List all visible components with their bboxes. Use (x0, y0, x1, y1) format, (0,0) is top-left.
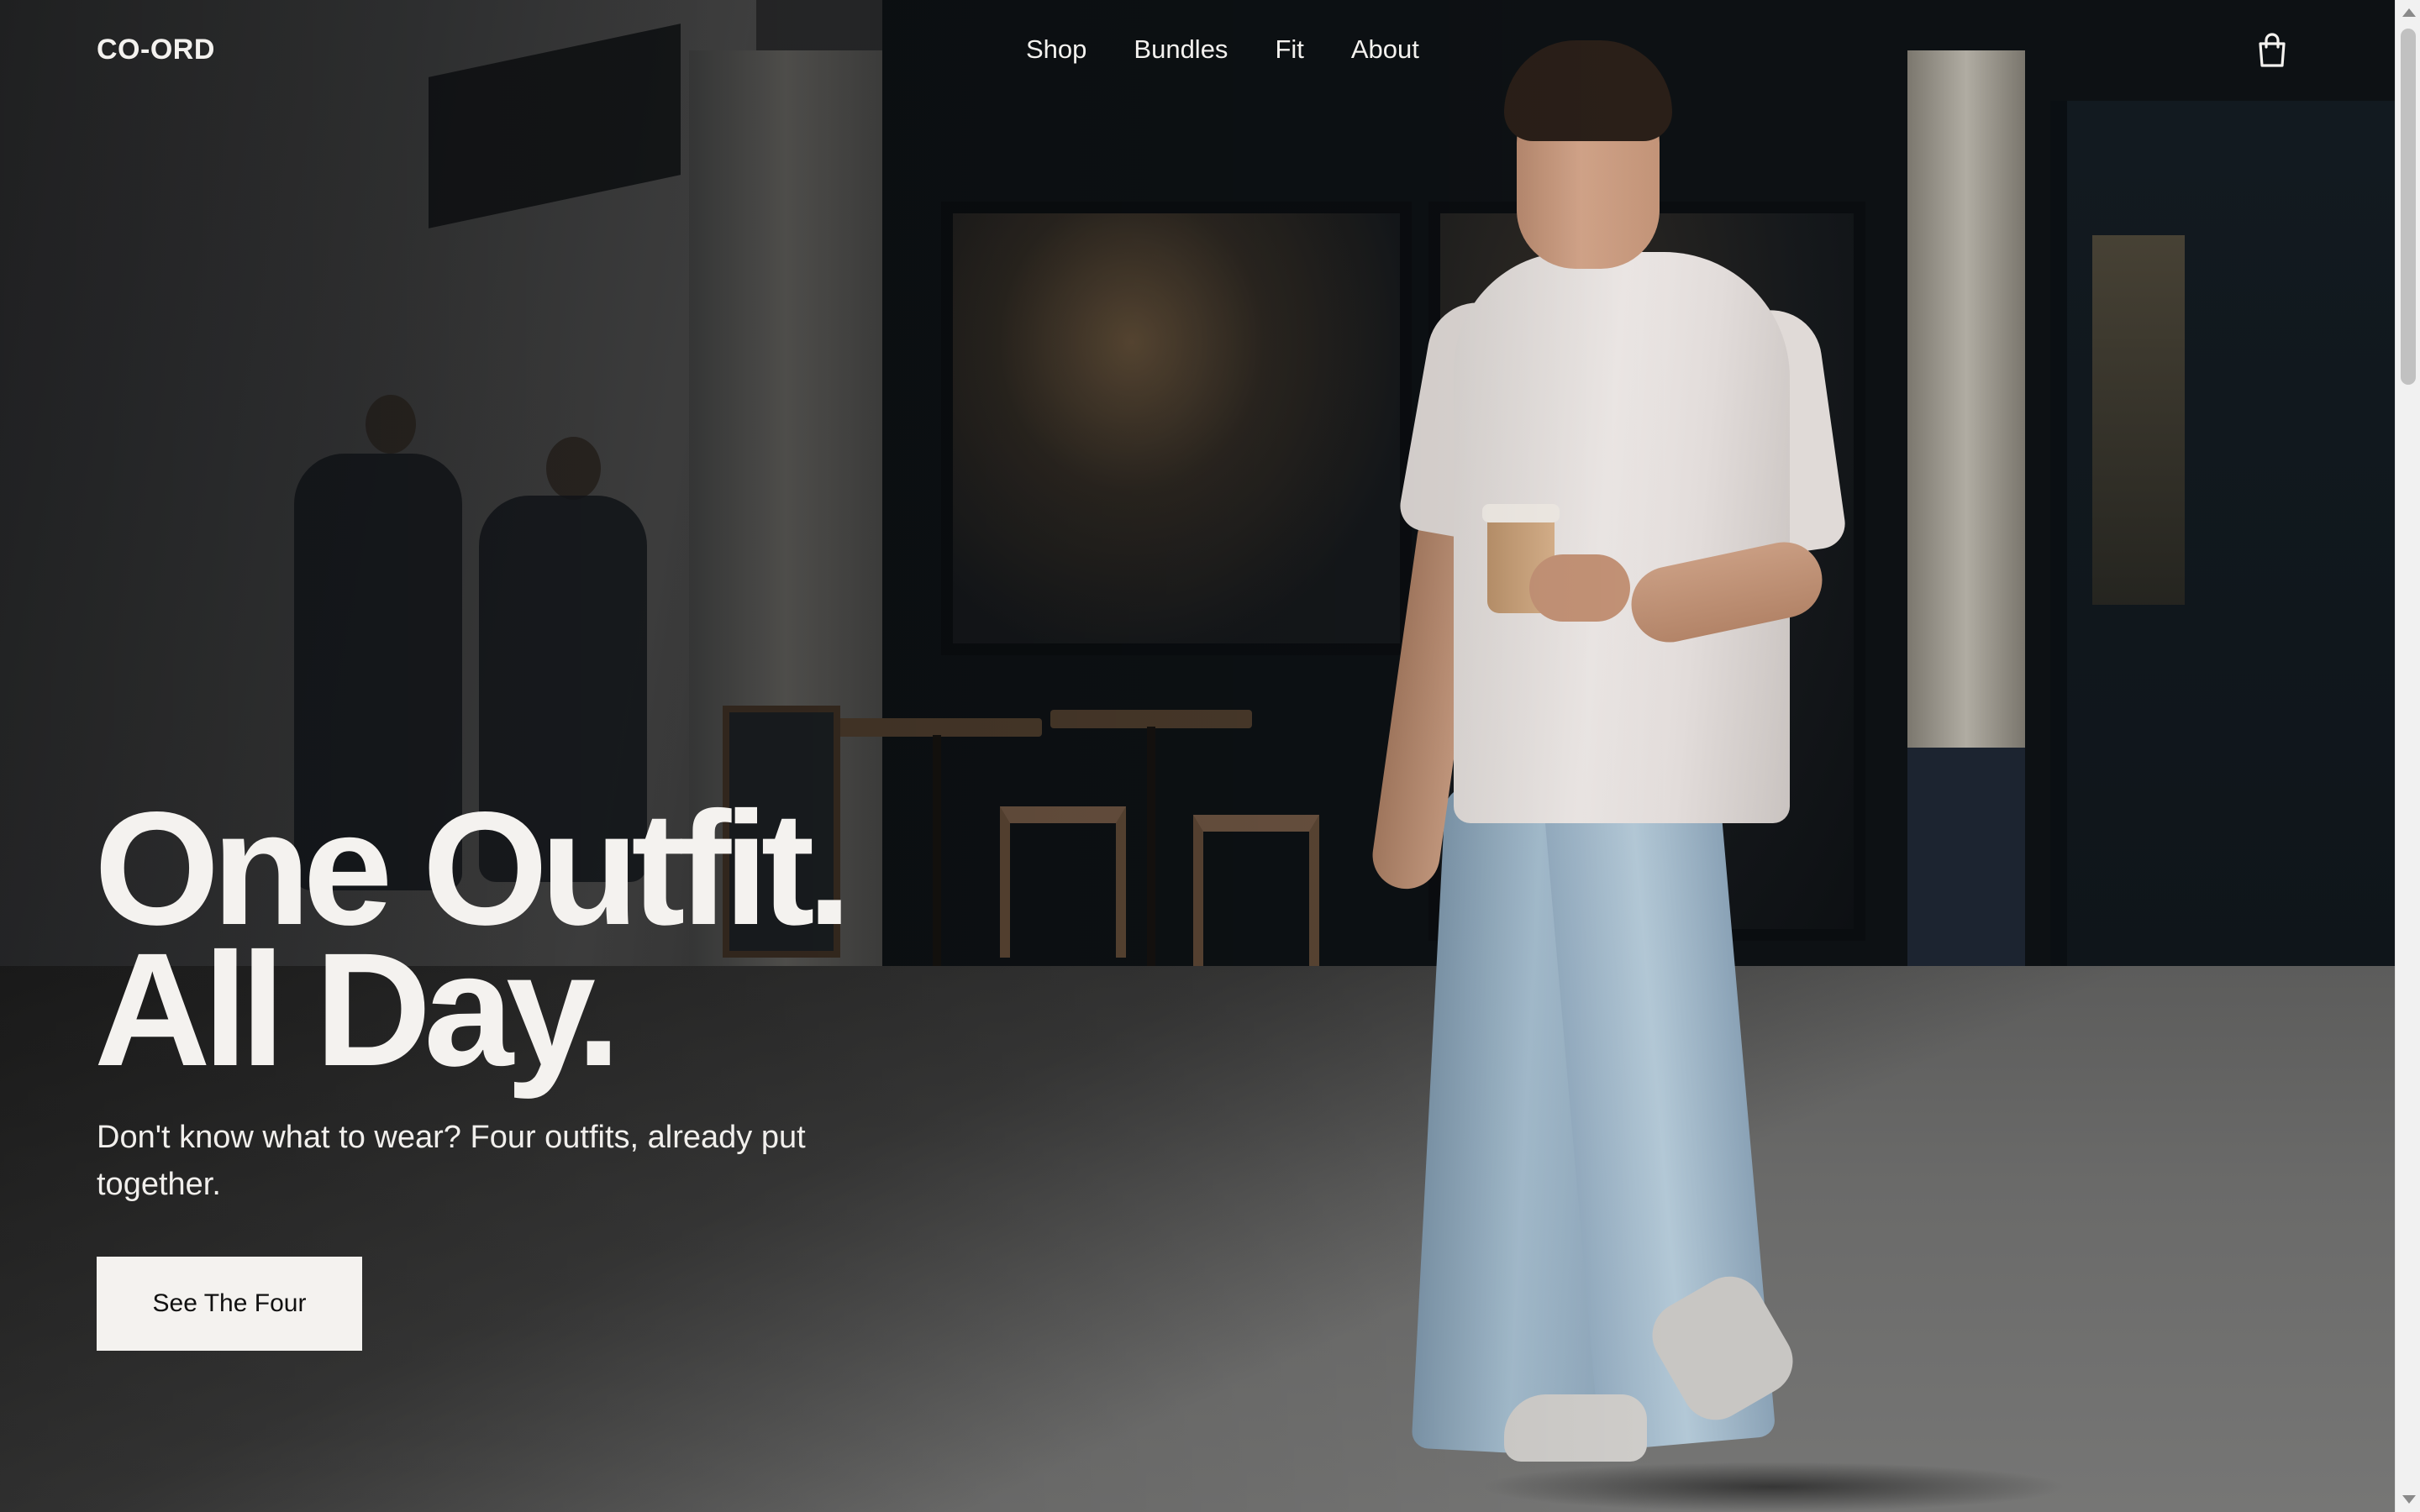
scroll-up-arrow-icon[interactable] (2402, 8, 2416, 17)
scroll-down-arrow-icon[interactable] (2402, 1495, 2416, 1504)
nav-item-fit[interactable]: Fit (1275, 30, 1303, 69)
nav-item-about[interactable]: About (1351, 30, 1419, 69)
page-scrollbar[interactable] (2395, 0, 2420, 1512)
scrollbar-thumb[interactable] (2401, 29, 2416, 385)
nav-item-bundles[interactable]: Bundles (1134, 30, 1228, 69)
nav-item-shop[interactable]: Shop (1026, 30, 1086, 69)
hero-headline-line-1: One Outfit. (94, 778, 852, 958)
hero-headline-line-2: All Day. (94, 919, 621, 1100)
hero-section: CO-ORD Shop Bundles Fit About One Outfit… (0, 0, 2395, 1512)
main-nav: Shop Bundles Fit About (1026, 30, 1419, 69)
site-header: CO-ORD Shop Bundles Fit About (0, 0, 2395, 101)
shopping-bag-icon[interactable] (2255, 32, 2289, 69)
brand-logo[interactable]: CO-ORD (97, 30, 215, 69)
shopping-bag-icon-svg (2259, 33, 2286, 67)
hero-headline: One Outfit. All Day. (94, 778, 852, 1100)
hero-subheading: Don't know what to wear? Four outfits, a… (97, 1120, 806, 1202)
see-the-four-button[interactable]: See The Four (97, 1257, 362, 1351)
